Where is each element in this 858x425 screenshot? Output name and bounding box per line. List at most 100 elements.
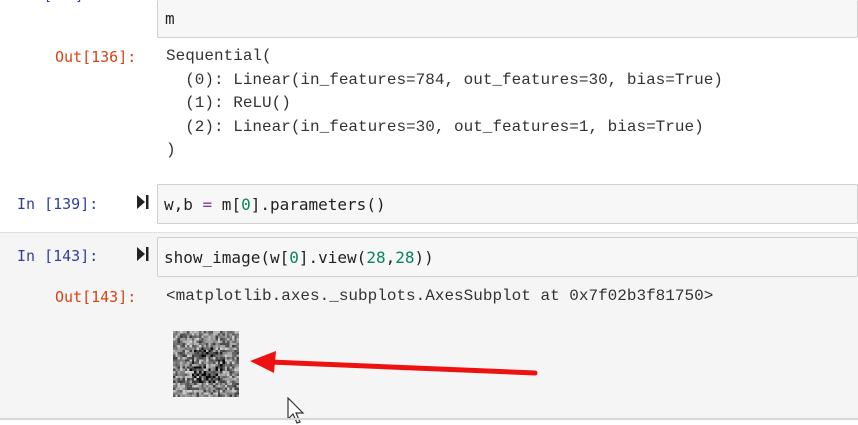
image-pixel xyxy=(198,375,202,379)
image-pixel xyxy=(236,352,239,355)
image-pixel xyxy=(213,368,216,372)
code-input-143[interactable]: show_image(w[0].view(28,28)) xyxy=(164,248,434,267)
image-pixel xyxy=(231,387,235,390)
image-pixel xyxy=(208,385,211,388)
image-pixel xyxy=(234,368,237,372)
image-pixel xyxy=(213,352,216,355)
image-pixel xyxy=(177,382,181,386)
image-pixel xyxy=(213,364,216,367)
image-pixel xyxy=(194,366,197,369)
image-pixel xyxy=(206,361,209,364)
image-pixel xyxy=(175,359,178,362)
image-pixel xyxy=(191,354,195,357)
image-pixel xyxy=(234,356,237,360)
image-pixel xyxy=(201,331,204,334)
image-pixel xyxy=(191,382,195,386)
image-pixel xyxy=(224,382,228,386)
image-pixel xyxy=(184,378,188,381)
image-pixel xyxy=(189,345,192,348)
image-pixel xyxy=(227,392,230,395)
image-pixel xyxy=(182,371,185,374)
image-pixel xyxy=(229,368,232,372)
image-pixel xyxy=(234,347,237,350)
image-pixel xyxy=(182,361,185,364)
image-pixel xyxy=(231,345,235,348)
image-pixel xyxy=(194,373,197,376)
image-pixel xyxy=(203,378,206,381)
image-pixel xyxy=(182,392,185,395)
image-pixel xyxy=(236,368,239,372)
image-pixel xyxy=(229,366,232,369)
run-cell-icon[interactable] xyxy=(136,194,150,214)
image-pixel xyxy=(173,380,176,383)
image-pixel xyxy=(187,364,190,367)
image-pixel xyxy=(215,385,218,388)
image-pixel xyxy=(198,382,202,386)
image-pixel xyxy=(184,387,188,390)
image-pixel xyxy=(187,371,190,374)
code-cell-m[interactable]: m xyxy=(157,0,858,38)
code-input-139[interactable]: w,b = m[0].parameters() xyxy=(164,195,386,214)
image-pixel xyxy=(184,361,188,364)
image-pixel xyxy=(198,338,202,341)
image-pixel xyxy=(236,392,239,395)
image-pixel xyxy=(208,389,211,393)
image-pixel xyxy=(208,349,211,353)
image-pixel xyxy=(206,366,209,369)
selection-bar xyxy=(0,232,858,233)
image-pixel xyxy=(201,387,204,390)
image-pixel xyxy=(213,380,216,383)
image-pixel xyxy=(198,366,202,369)
image-pixel xyxy=(173,378,176,381)
code-cell-139[interactable]: w,b = m[0].parameters() xyxy=(157,184,858,224)
image-pixel xyxy=(173,352,176,355)
image-pixel xyxy=(191,333,195,336)
code-cell-143[interactable]: show_image(w[0].view(28,28)) xyxy=(157,237,858,277)
image-pixel xyxy=(217,392,221,395)
image-pixel xyxy=(236,347,239,350)
image-pixel xyxy=(220,368,223,372)
image-pixel xyxy=(206,385,209,388)
image-pixel xyxy=(215,371,218,374)
image-pixel xyxy=(184,331,188,334)
image-pixel xyxy=(191,361,195,364)
image-pixel xyxy=(184,375,188,379)
image-pixel xyxy=(215,345,218,348)
image-pixel xyxy=(184,394,188,397)
image-pixel xyxy=(227,368,230,372)
run-cell-icon[interactable] xyxy=(136,246,150,266)
image-pixel xyxy=(177,380,181,383)
in-143-prompt: In [143]: xyxy=(17,247,99,265)
code-token: m[ xyxy=(212,195,242,214)
image-pixel xyxy=(208,331,211,334)
image-pixel xyxy=(198,387,202,390)
image-pixel xyxy=(229,364,232,367)
image-pixel xyxy=(231,364,235,367)
image-pixel xyxy=(222,335,225,339)
image-pixel xyxy=(191,331,195,334)
weight-image xyxy=(173,331,239,397)
image-pixel xyxy=(229,342,232,346)
image-pixel xyxy=(201,375,204,379)
image-pixel xyxy=(217,382,221,386)
image-pixel xyxy=(173,385,176,388)
image-pixel xyxy=(208,333,211,336)
image-pixel xyxy=(189,361,192,364)
image-pixel xyxy=(198,347,202,350)
image-pixel xyxy=(191,373,195,376)
image-pixel xyxy=(210,366,214,369)
code-input-m[interactable]: m xyxy=(165,9,175,28)
image-pixel xyxy=(215,375,218,379)
image-pixel xyxy=(210,340,214,343)
image-pixel xyxy=(194,347,197,350)
image-pixel xyxy=(220,349,223,353)
image-pixel xyxy=(224,375,228,379)
code-token: , xyxy=(385,248,396,267)
image-pixel xyxy=(175,387,178,390)
image-pixel xyxy=(224,354,228,357)
image-pixel xyxy=(217,359,221,362)
image-pixel xyxy=(194,338,197,341)
image-pixel xyxy=(187,342,190,346)
out-143-text: <matplotlib.axes._subplots.AxesSubplot a… xyxy=(166,287,714,305)
image-pixel xyxy=(229,333,232,336)
